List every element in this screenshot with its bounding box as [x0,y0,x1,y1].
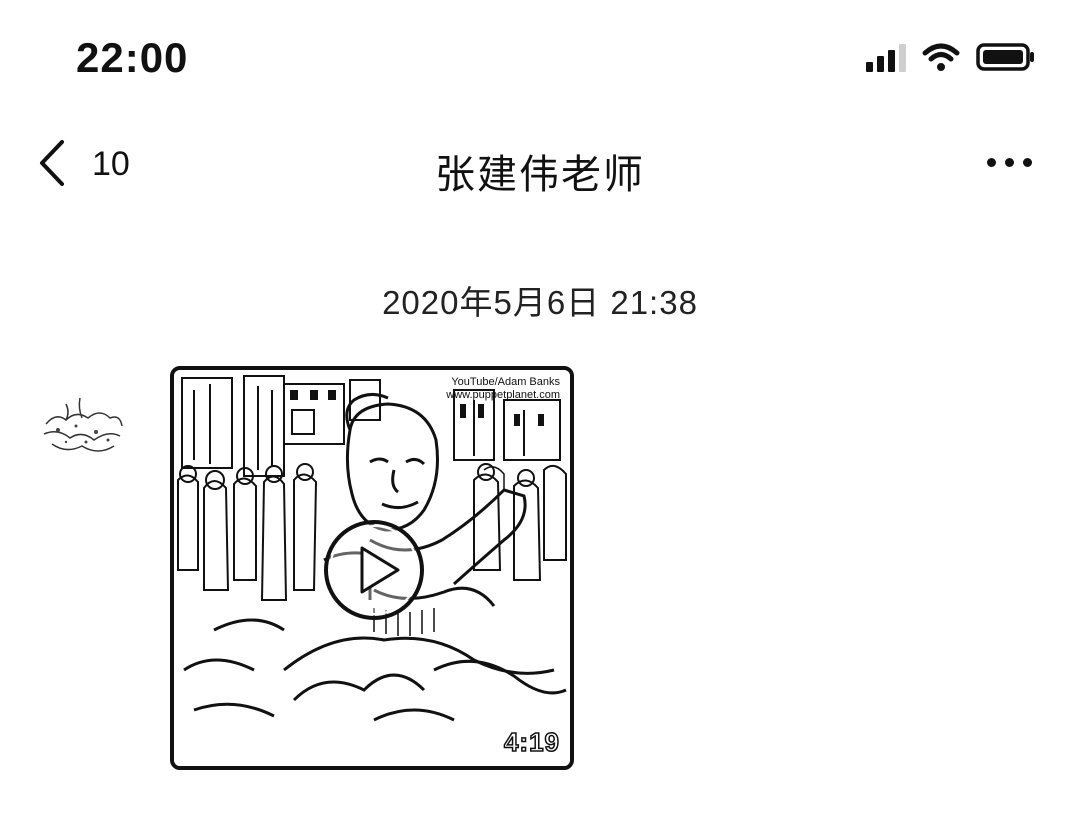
message-timestamp: 2020年5月6日 21:38 [382,284,698,321]
more-button[interactable] [987,158,1032,167]
nav-bar: 10 张建伟老师 [0,120,1080,210]
video-watermark: YouTube/Adam Banks www.puppetplanet.com [446,376,560,401]
avatar-image [43,397,123,452]
status-time: 22:00 [76,34,189,81]
more-horizontal-icon [987,158,996,167]
page-title: 张建伟老师 [435,153,645,197]
signal-icon [866,42,906,72]
avatar[interactable] [36,384,128,476]
video-duration: 4:19 [503,726,560,758]
status-icons [866,42,1036,72]
play-icon[interactable] [322,518,426,622]
status-bar: 22:00 [0,0,1080,110]
battery-icon [976,43,1034,71]
wifi-icon [922,43,960,71]
video-message[interactable]: YouTube/Adam Banks www.puppetplanet.com … [170,366,574,770]
